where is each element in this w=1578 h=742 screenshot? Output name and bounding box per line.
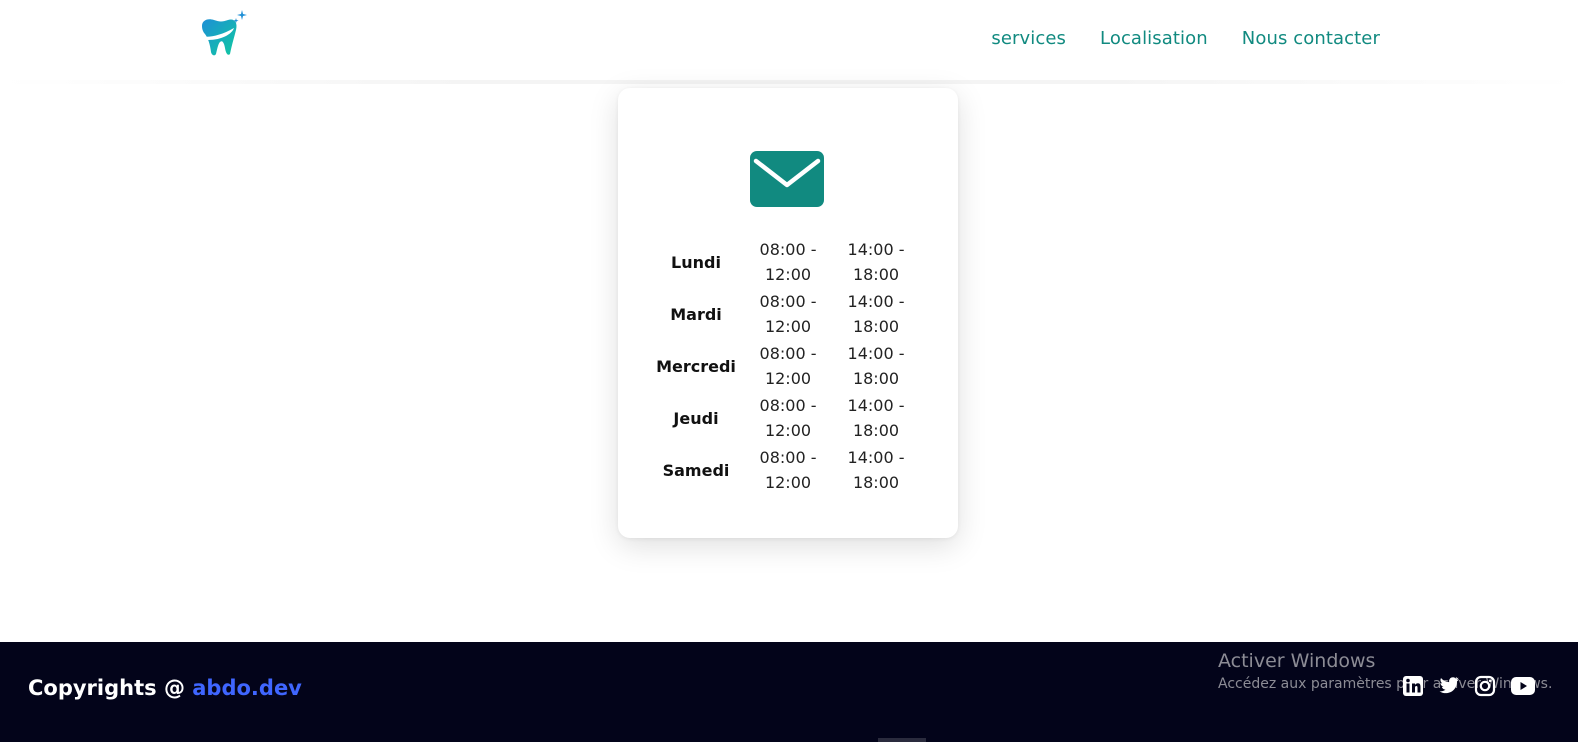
copyright-text: Copyrights @ abdo.dev xyxy=(28,676,302,700)
morning-slot: 08:00 - 12:00 xyxy=(744,393,832,443)
slot-start: 14:00 - xyxy=(847,344,905,363)
table-row: Mardi 08:00 - 12:00 14:00 - 18:00 xyxy=(648,288,938,340)
slot-start: 08:00 - xyxy=(759,396,817,415)
table-row: Lundi 08:00 - 12:00 14:00 - 18:00 xyxy=(648,236,938,288)
site-footer: Copyrights @ abdo.dev Activer Windows Ac… xyxy=(0,642,1578,742)
site-header: services Localisation Nous contacter xyxy=(0,0,1578,80)
nav-link-services[interactable]: services xyxy=(991,28,1066,49)
social-links xyxy=(1402,675,1536,697)
copyright-prefix: Copyrights @ xyxy=(28,676,193,700)
nav-link-localisation[interactable]: Localisation xyxy=(1100,28,1208,49)
afternoon-slot: 14:00 - 18:00 xyxy=(832,393,920,443)
slot-start: 08:00 - xyxy=(759,240,817,259)
table-row: Samedi 08:00 - 12:00 14:00 - 18:00 xyxy=(648,444,938,496)
table-row: Jeudi 08:00 - 12:00 14:00 - 18:00 xyxy=(648,392,938,444)
twitter-icon[interactable] xyxy=(1438,675,1460,697)
morning-slot: 08:00 - 12:00 xyxy=(744,341,832,391)
day-label: Mercredi xyxy=(656,356,736,376)
envelope-icon xyxy=(750,151,824,207)
morning-slot: 08:00 - 12:00 xyxy=(744,289,832,339)
slot-end: 18:00 xyxy=(852,317,900,336)
slot-end: 12:00 xyxy=(764,421,812,440)
slot-start: 08:00 - xyxy=(759,448,817,467)
afternoon-slot: 14:00 - 18:00 xyxy=(832,341,920,391)
morning-slot: 08:00 - 12:00 xyxy=(744,445,832,495)
slot-end: 18:00 xyxy=(852,421,900,440)
slot-start: 14:00 - xyxy=(847,396,905,415)
slot-end: 12:00 xyxy=(764,265,812,284)
afternoon-slot: 14:00 - 18:00 xyxy=(832,445,920,495)
slot-start: 08:00 - xyxy=(759,344,817,363)
slot-end: 12:00 xyxy=(764,369,812,388)
slot-end: 18:00 xyxy=(852,369,900,388)
morning-slot: 08:00 - 12:00 xyxy=(744,237,832,287)
slot-start: 08:00 - xyxy=(759,292,817,311)
main-nav: services Localisation Nous contacter xyxy=(991,28,1380,49)
day-label: Mardi xyxy=(670,304,722,324)
day-label: Lundi xyxy=(671,252,721,272)
slot-start: 14:00 - xyxy=(847,240,905,259)
table-row: Mercredi 08:00 - 12:00 14:00 - 18:00 xyxy=(648,340,938,392)
opening-hours-table: Lundi 08:00 - 12:00 14:00 - 18:00 Mardi … xyxy=(648,236,938,496)
slot-start: 14:00 - xyxy=(847,448,905,467)
day-label: Jeudi xyxy=(673,408,719,428)
afternoon-slot: 14:00 - 18:00 xyxy=(832,237,920,287)
linkedin-icon[interactable] xyxy=(1402,675,1424,697)
hours-card: Lundi 08:00 - 12:00 14:00 - 18:00 Mardi … xyxy=(618,88,958,538)
slot-end: 12:00 xyxy=(764,317,812,336)
page: services Localisation Nous contacter Lun… xyxy=(0,0,1578,742)
slot-start: 14:00 - xyxy=(847,292,905,311)
instagram-icon[interactable] xyxy=(1474,675,1496,697)
slot-end: 12:00 xyxy=(764,473,812,492)
youtube-icon[interactable] xyxy=(1510,676,1536,696)
slot-end: 18:00 xyxy=(852,265,900,284)
activation-title: Activer Windows xyxy=(1218,650,1376,672)
bottom-scroll-indicator xyxy=(878,738,926,742)
header-shadow-band xyxy=(0,80,1578,84)
afternoon-slot: 14:00 - 18:00 xyxy=(832,289,920,339)
copyright-brand-link[interactable]: abdo.dev xyxy=(192,676,302,700)
nav-link-contact[interactable]: Nous contacter xyxy=(1242,28,1380,49)
tooth-logo[interactable] xyxy=(198,8,250,58)
slot-end: 18:00 xyxy=(852,473,900,492)
day-label: Samedi xyxy=(662,460,730,480)
